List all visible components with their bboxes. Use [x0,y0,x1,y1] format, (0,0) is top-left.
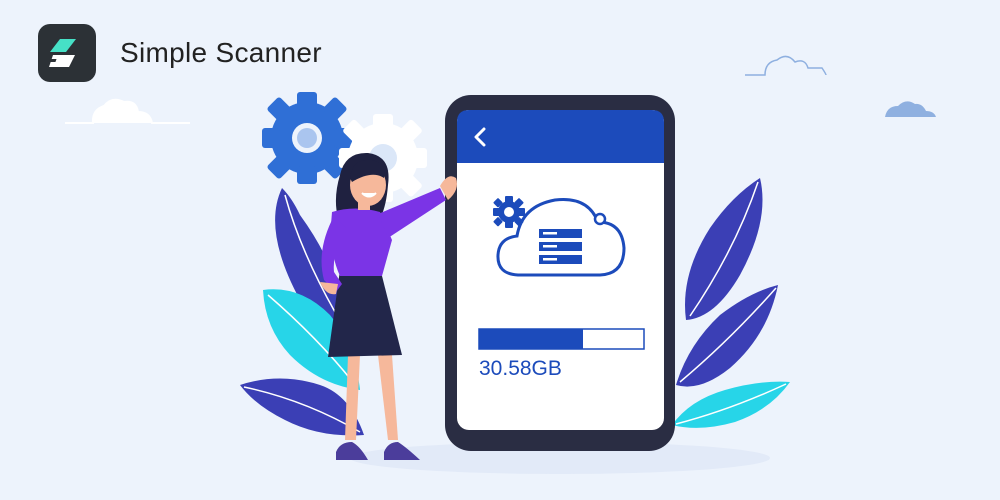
phone [445,95,675,451]
storage-used-label: 30.58GB [479,357,562,380]
storage-illustration [65,55,950,474]
gear-icon [262,92,352,184]
cloud-icon [745,55,827,76]
storage-progress-fill [479,329,583,349]
cloud-icon [65,98,190,124]
cloud-icon [873,101,950,117]
leaf-icon [672,381,790,428]
